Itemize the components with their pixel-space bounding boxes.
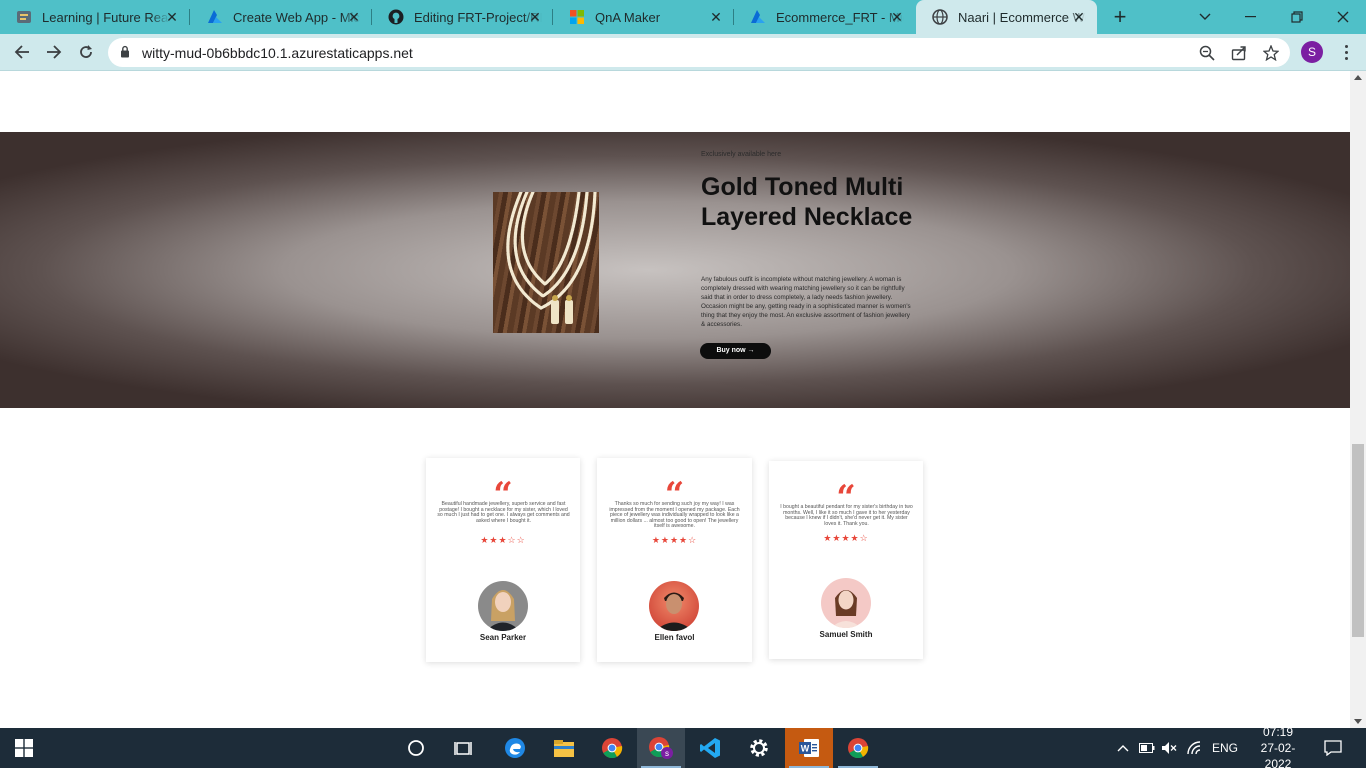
menu-kebab-icon[interactable]: [1336, 42, 1356, 62]
tab-learning[interactable]: Learning | Future Read ✕: [0, 0, 190, 34]
forward-arrow-icon[interactable]: [42, 40, 66, 64]
tab-create-web-app[interactable]: Create Web App - Mic ✕: [191, 0, 372, 34]
browser-tab-strip: Learning | Future Read ✕ Create Web App …: [0, 0, 1366, 34]
reviewer-name: Sean Parker: [479, 633, 527, 642]
tab-title: QnA Maker: [595, 9, 661, 25]
start-windows-icon[interactable]: [0, 728, 48, 768]
close-window-icon[interactable]: [1320, 0, 1366, 34]
scroll-down-arrow-icon[interactable]: [1354, 719, 1362, 724]
notification-icon[interactable]: [1322, 728, 1344, 768]
url-text: witty-mud-0b6bbdc10.1.azurestaticapps.ne…: [142, 45, 413, 61]
tab-close-icon[interactable]: ✕: [527, 9, 543, 25]
testimonial-card: “ Thanks so much for sending such joy my…: [597, 458, 752, 662]
word-icon[interactable]: W: [785, 728, 833, 768]
tab-close-icon[interactable]: ✕: [1071, 9, 1087, 25]
github-icon: [388, 9, 404, 25]
buy-now-button[interactable]: Buy now →: [700, 343, 771, 359]
star-rating: ★★★★☆: [651, 535, 698, 545]
tab-title: Naari | Ecommerce We: [958, 9, 1086, 25]
reviewer-name: Samuel Smith: [819, 630, 873, 639]
lock-icon: [120, 45, 130, 63]
globe-icon: [932, 9, 948, 25]
hero-description: Any fabulous outfit is incomplete withou…: [701, 276, 911, 329]
volume-muted-icon[interactable]: [1160, 728, 1178, 768]
language-indicator[interactable]: ENG: [1212, 728, 1238, 768]
tab-separator: [189, 9, 190, 25]
tab-close-icon[interactable]: ✕: [346, 9, 362, 25]
edge-icon[interactable]: [491, 728, 539, 768]
zoom-icon[interactable]: [1198, 44, 1216, 62]
svg-text:s: s: [665, 749, 669, 758]
testimonial-text: Thanks so much for sending such joy my w…: [609, 501, 740, 530]
avatar: [821, 578, 871, 628]
page-viewport: Exclusively available here Gold Toned Mu…: [0, 71, 1350, 728]
tab-close-icon[interactable]: ✕: [708, 9, 724, 25]
new-tab-plus-icon[interactable]: +: [1108, 5, 1132, 29]
avatar: [649, 581, 699, 631]
reload-icon[interactable]: [74, 40, 98, 64]
battery-icon[interactable]: [1138, 728, 1156, 768]
chrome-profile-icon[interactable]: s: [637, 728, 685, 768]
testimonial-text: Beautiful handmade jewellery, superb ser…: [437, 501, 570, 524]
tab-title: Ecommerce_FRT - Mic: [776, 9, 904, 25]
testimonial-card: “ Beautiful handmade jewellery, superb s…: [426, 458, 580, 662]
azure-icon: [750, 9, 766, 25]
windows-taskbar: s W ENG 07:19 27-02-2022: [0, 725, 1366, 771]
bookmark-star-icon[interactable]: [1262, 44, 1280, 62]
tab-qna-maker[interactable]: QnA Maker ✕: [553, 0, 734, 34]
chrome-icon[interactable]: [834, 728, 882, 768]
vscode-icon[interactable]: [686, 728, 734, 768]
svg-text:W: W: [801, 744, 810, 754]
hero-title: Gold Toned Multi Layered Necklace: [701, 173, 913, 231]
back-arrow-icon[interactable]: [10, 40, 34, 64]
minimize-icon[interactable]: [1228, 0, 1274, 34]
tray-chevron-up-icon[interactable]: [1114, 728, 1132, 768]
address-bar[interactable]: witty-mud-0b6bbdc10.1.azurestaticapps.ne…: [108, 38, 1290, 67]
tab-title: Learning | Future Read: [42, 9, 170, 25]
testimonial-text: I bought a beautiful pendant for my sist…: [780, 504, 913, 527]
tab-title: Editing FRT-Project/RE: [414, 9, 542, 25]
file-explorer-icon[interactable]: [540, 728, 588, 768]
tab-search-chevron-icon[interactable]: [1182, 0, 1228, 34]
wifi-icon[interactable]: [1186, 728, 1204, 768]
clock-date: 27-02-2022: [1260, 741, 1296, 771]
settings-gear-icon[interactable]: [735, 728, 783, 768]
task-view-icon[interactable]: [440, 728, 488, 768]
tab-title: Create Web App - Mic: [233, 9, 360, 25]
browser-toolbar: witty-mud-0b6bbdc10.1.azurestaticapps.ne…: [0, 34, 1366, 71]
page-scrollbar[interactable]: [1350, 71, 1366, 728]
scroll-up-arrow-icon[interactable]: [1354, 75, 1362, 80]
restore-icon[interactable]: [1274, 0, 1320, 34]
chrome-icon[interactable]: [588, 728, 636, 768]
avatar: [478, 581, 528, 631]
azure-icon: [207, 9, 223, 25]
search-icon[interactable]: [392, 728, 440, 768]
learning-favicon-icon: [16, 9, 32, 25]
star-rating: ★★★☆☆: [480, 535, 526, 545]
hero-banner: Exclusively available here Gold Toned Mu…: [0, 132, 1350, 408]
tab-close-icon[interactable]: ✕: [889, 9, 905, 25]
tab-editing-frt[interactable]: Editing FRT-Project/RE ✕: [372, 0, 553, 34]
clock-time: 07:19: [1262, 725, 1294, 739]
testimonial-card: “ I bought a beautiful pendant for my si…: [769, 461, 923, 659]
tab-ecommerce-frt[interactable]: Ecommerce_FRT - Mic ✕: [734, 0, 915, 34]
star-rating: ★★★★☆: [823, 533, 869, 543]
microsoft-icon: [569, 9, 585, 25]
necklace-product-image: [493, 192, 599, 333]
hero-eyebrow-text: Exclusively available here: [701, 151, 782, 158]
profile-avatar[interactable]: S: [1301, 41, 1323, 63]
tab-close-icon[interactable]: ✕: [164, 9, 180, 25]
scrollbar-thumb[interactable]: [1352, 444, 1364, 637]
reviewer-name: Ellen favol: [654, 633, 695, 642]
tab-naari-active[interactable]: Naari | Ecommerce We ✕: [916, 0, 1097, 34]
clock[interactable]: 07:19 27-02-2022: [1248, 725, 1308, 771]
share-icon[interactable]: [1230, 44, 1248, 62]
